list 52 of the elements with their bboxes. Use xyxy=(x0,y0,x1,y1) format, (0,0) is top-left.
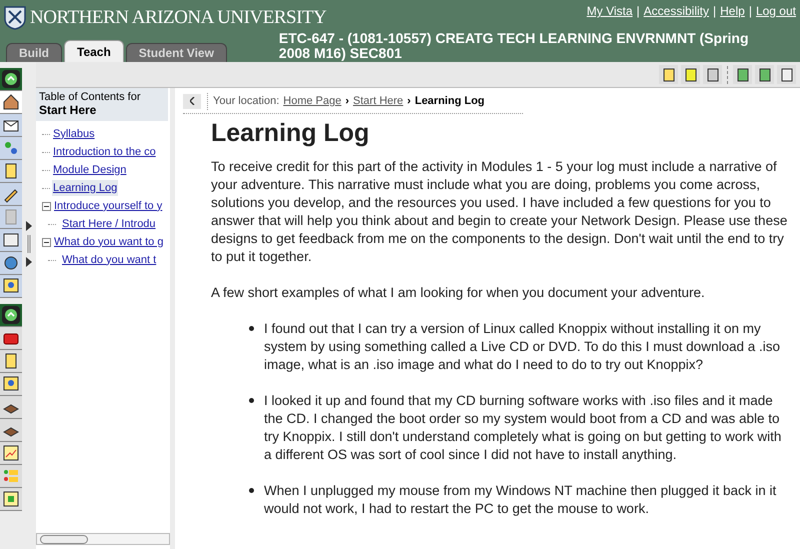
tab[interactable]: Student View xyxy=(126,43,227,62)
toc-link[interactable]: Start Here / Introdu xyxy=(58,216,156,232)
toc-link[interactable]: Syllabus xyxy=(52,126,96,142)
list-item-text: I looked it up and found that my CD burning software works with .iso files and it made the CD. I changed the boot order so my system would boot from a CD and was able to try Knoppix. I still don't understand completely what is going on but getting to work with a different OS was sort of cool since I did not have to install anything. xyxy=(264,392,782,464)
grid-icon[interactable] xyxy=(1,489,21,509)
header-link[interactable]: My Vista xyxy=(586,2,633,20)
chevron-left-icon xyxy=(190,97,194,106)
back-button[interactable] xyxy=(183,94,201,109)
location-label: Your location: xyxy=(213,94,280,109)
splitter-handle-icon[interactable] xyxy=(27,234,31,252)
paragraph: To receive credit for this part of the activity in Modules 1 - 5 your log must include a narrative of your adventure. This narrative must include what you are doing, problems you come across, solutions you develop, and the resources you used. I have included a few questions for you to answer that will help you think about and begin to create your Network Design. Please use these designs to get feedback from me on the components to the design. Don't wait until the end to try to put it together. xyxy=(211,158,788,266)
tab[interactable]: Teach xyxy=(64,40,124,62)
header-link[interactable]: Accessibility xyxy=(644,2,710,20)
header-link[interactable]: Help xyxy=(720,2,745,20)
toc-link[interactable]: Module Design xyxy=(52,162,128,178)
bullet-icon xyxy=(249,326,254,330)
toc-heading: Table of Contents for Start Here xyxy=(39,91,142,118)
toc-link[interactable]: Learning Log xyxy=(52,180,118,196)
shield-logo-icon xyxy=(4,6,26,30)
paragraph: A few short examples of what I am looking for when you document your adventure. xyxy=(211,284,706,302)
expand-arrow-icon[interactable] xyxy=(26,220,32,230)
toc-link[interactable]: What do you want t xyxy=(58,252,156,268)
list-item-text: When I unplugged my mouse from my Windows NT machine then plugged it back in it would not work, I had to restart the PC to get the mouse to work. xyxy=(264,482,778,518)
toc-link[interactable]: Introduction to the co xyxy=(52,144,157,160)
link-separator: | xyxy=(636,3,640,20)
collapse-icon[interactable] xyxy=(1,69,21,89)
toc-link[interactable]: What do you want to g xyxy=(53,234,164,250)
chart-icon[interactable] xyxy=(1,443,21,463)
breadcrumb-link[interactable]: Start Here xyxy=(353,93,404,110)
bullet-icon xyxy=(249,398,254,402)
scrollbar-thumb[interactable] xyxy=(40,534,88,544)
list-item-text: I found out that I can try a version of Linux called Knoppix without installing it on my system by using something called a Live CD or DVD. To do this I must download a .iso image, what is an .iso image and what do I need to do to try out Knoppix? xyxy=(264,320,781,374)
tab[interactable]: Build xyxy=(6,43,62,62)
link-separator: | xyxy=(713,3,716,20)
course-title: ETC-647 - (1081-10557) CREATG TECH LEARNING ENVRNMNT (Spring xyxy=(278,31,750,46)
bullet-icon xyxy=(249,488,254,492)
breadcrumb-link[interactable]: Home Page xyxy=(283,93,342,110)
course-title: 2008 M16) SEC801 xyxy=(278,46,402,61)
university-name: NORTHERN ARIZONA UNIVERSITY xyxy=(30,6,326,30)
collapse-toggle-icon[interactable] xyxy=(42,202,51,210)
collapse-toggle-icon[interactable] xyxy=(42,238,51,246)
breadcrumb-separator: › xyxy=(407,94,411,109)
expand-arrow-icon[interactable] xyxy=(26,256,32,266)
breadcrumb-separator: › xyxy=(345,94,350,109)
link-separator: | xyxy=(748,3,752,20)
house-icon[interactable] xyxy=(1,92,21,112)
horizontal-scrollbar[interactable] xyxy=(36,533,170,545)
header-link[interactable]: Log out xyxy=(756,2,796,20)
breadcrumb-current: Learning Log xyxy=(414,94,485,109)
toc-link[interactable]: Introduce yourself to y xyxy=(53,198,164,214)
collapse-icon[interactable] xyxy=(1,305,21,325)
page-title: Learning Log xyxy=(210,118,370,148)
